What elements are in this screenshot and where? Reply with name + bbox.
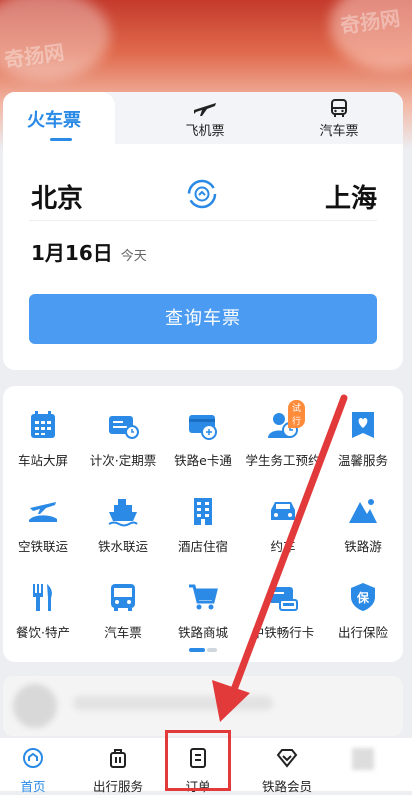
service-periodic-ticket[interactable]: 计次·定期票 [83,408,163,469]
svg-text:保: 保 [356,590,370,605]
service-warm[interactable]: 温馨服务 [323,408,403,469]
bus-icon [299,98,379,120]
mountain-icon [346,494,380,528]
divider [29,220,377,221]
service-label: 铁路e卡通 [174,453,232,468]
service-rail-travel[interactable]: 铁路游 [323,494,403,555]
service-label: 出行保险 [337,625,388,640]
service-label: 中铁畅行卡 [251,625,315,640]
service-label: 铁水联运 [97,539,148,554]
nav-label: 铁路会员 [261,779,312,794]
service-station-screen[interactable]: 车站大屏 [3,408,83,469]
date-note: 今天 [120,249,147,264]
tab-bus[interactable]: 汽车票 [299,98,379,139]
tab-bus-label: 汽车票 [319,124,359,139]
service-label: 铁路商城 [177,625,228,640]
service-train-card[interactable]: 中铁畅行卡 [243,580,323,641]
nav-membership[interactable]: 铁路会员 [252,746,322,795]
nav-label: 出行服务 [92,779,143,794]
service-rail-water[interactable]: 铁水联运 [83,494,163,555]
service-label: 铁路游 [344,539,382,554]
tab-flight-label: 飞机票 [185,124,225,139]
services-grid: 车站大屏 计次·定期票 铁路e卡通 试行 学生务工预约 温馨服务 空铁联运 铁水… [3,386,403,662]
trial-badge: 试行 [288,400,306,428]
service-mall[interactable]: 铁路商城 [163,580,243,641]
ticket-search-card: 火车票 飞机票 汽车票 北京 上海 1月16日 今天 查询车票 [3,92,403,370]
station-screen-icon [26,408,60,442]
service-insurance[interactable]: 保 出行保险 [323,580,403,641]
search-tickets-button[interactable]: 查询车票 [29,294,377,344]
service-label: 计次·定期票 [89,453,157,468]
bus-icon [106,580,140,614]
hotel-icon [186,494,220,528]
cart-icon [186,580,220,614]
nav-home[interactable]: 首页 [0,746,68,795]
service-label: 约车 [270,539,296,554]
service-railcard[interactable]: 铁路e卡通 [163,408,243,469]
food-icon [26,580,60,614]
page-dot [207,648,217,652]
plane-icon [165,98,245,120]
nav-label: 首页 [20,779,46,794]
service-bus-ticket[interactable]: 汽车票 [83,580,163,641]
service-food[interactable]: 餐饮·特产 [3,580,83,641]
student-icon: 试行 [266,400,306,442]
swap-icon[interactable] [186,178,218,210]
service-label: 空铁联运 [17,539,68,554]
departure-city[interactable]: 北京 [31,178,83,215]
arrival-city[interactable]: 上海 [325,178,377,215]
service-student-booking[interactable]: 试行 学生务工预约 [243,400,323,469]
train-card-icon [266,580,300,614]
blurred-avatar [352,748,374,770]
service-label: 车站大屏 [17,453,68,468]
service-label: 餐饮·特产 [16,625,70,640]
service-air-rail[interactable]: 空铁联运 [3,494,83,555]
nav-travel-services[interactable]: 出行服务 [83,746,153,795]
air-rail-icon [26,494,60,528]
diamond-icon [252,746,322,774]
date-value: 1月16日 [31,241,113,265]
tab-flight[interactable]: 飞机票 [165,98,245,139]
car-icon [266,494,300,528]
tab-underline [50,138,72,141]
page-indicator [189,648,219,652]
service-label: 汽车票 [104,625,142,640]
service-hotel[interactable]: 酒店住宿 [163,494,243,555]
tab-train[interactable]: 火车票 [3,92,115,152]
luggage-icon [83,746,153,774]
page-dot-active [189,648,205,652]
tab-train-label: 火车票 [27,110,81,131]
ship-icon [106,494,140,528]
service-ride[interactable]: 约车 [243,494,323,555]
annotation-highlight-box [165,730,231,791]
heart-service-icon [346,408,380,442]
promo-blur [13,684,57,728]
railcard-icon [186,408,220,442]
insurance-icon: 保 [346,580,380,614]
ticket-card-icon [106,408,140,442]
home-icon [0,746,68,774]
service-label: 酒店住宿 [177,539,228,554]
route-row: 北京 上海 [3,164,403,224]
service-label: 温馨服务 [337,453,388,468]
service-label: 学生务工预约 [245,453,321,468]
promo-blur [73,696,273,710]
promo-banner[interactable] [3,676,403,736]
date-selector[interactable]: 1月16日 今天 [31,237,147,266]
ticket-tabs: 火车票 飞机票 汽车票 [3,92,403,152]
